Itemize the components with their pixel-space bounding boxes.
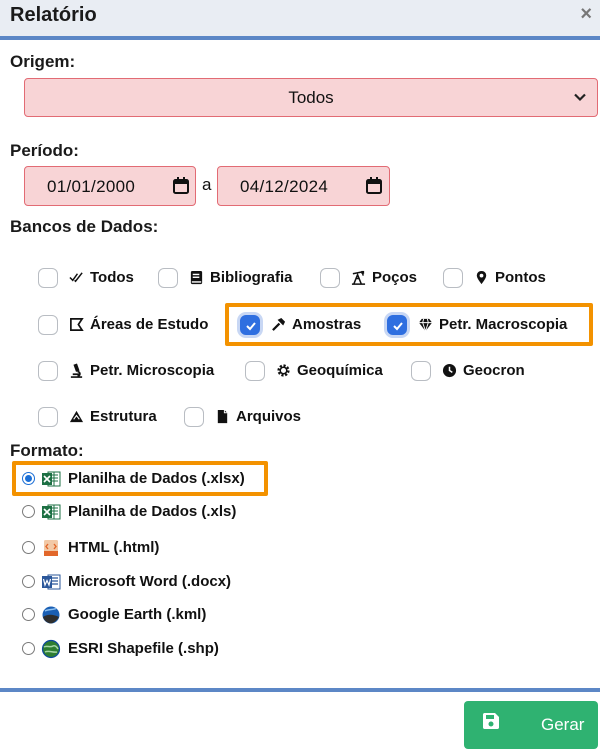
checkbox-box[interactable] [443,268,463,288]
microscope-icon [70,363,83,378]
html-file-icon [44,540,58,556]
checkbox-label: Pontos [495,269,546,286]
calendar-icon[interactable] [173,177,189,194]
checkbox-label: Petr. Microscopia [90,362,215,379]
checkbox-box[interactable] [158,268,178,288]
radio-button[interactable] [22,505,35,518]
calendar-icon[interactable] [366,177,382,194]
google-earth-icon [42,606,60,624]
radio-label: Planilha de Dados (.xls) [68,503,237,520]
checkbox-label: Todos [90,269,134,286]
checkbox-label: Arquivos [236,408,302,425]
checkbox-box[interactable] [38,407,58,427]
dialog-header: Relatório × [0,0,600,36]
period-separator: a [202,175,212,194]
checkbox-box[interactable] [38,268,58,288]
check-double-icon [69,272,83,283]
highlight-box [12,461,268,496]
save-icon [483,713,499,729]
radio-button[interactable] [22,642,35,655]
checkbox-box[interactable] [38,315,58,335]
checkbox-box[interactable] [38,361,58,381]
radio-button[interactable] [22,608,35,621]
checkbox-label: Bibliografia [210,269,293,286]
area-icon [70,318,84,331]
header-divider [0,36,600,40]
origem-label: Origem: [10,52,76,71]
dialog-title: Relatório [10,4,97,26]
start-date-value: 01/01/2000 [47,177,136,196]
clock-icon [442,363,457,378]
checkbox-box[interactable] [320,268,340,288]
origem-selected-value: Todos [288,88,334,107]
highlight-box [225,303,593,346]
file-icon [217,409,228,424]
footer-divider [0,688,600,692]
origem-select[interactable]: Todos [24,78,598,117]
end-date-value: 04/12/2024 [240,177,329,196]
checkbox-label: Áreas de Estudo [90,316,209,333]
start-date-input[interactable]: 01/01/2000 [24,166,196,206]
checkbox-label: Poços [372,269,418,286]
cog-icon [277,364,290,377]
gerar-button[interactable]: Gerar [464,701,598,749]
bancos-label: Bancos de Dados: [10,217,159,236]
radio-button[interactable] [22,575,35,588]
map-marker-icon [476,270,487,285]
radio-button[interactable] [22,541,35,554]
word-icon [42,574,61,590]
gerar-label: Gerar [541,715,585,734]
checkbox-label: Geoquímica [297,362,383,379]
book-icon [190,270,203,285]
checkbox-box[interactable] [411,361,431,381]
periodo-label: Período: [10,141,79,160]
end-date-input[interactable]: 04/12/2024 [217,166,390,206]
checkbox-label: Geocron [463,362,525,379]
radio-label: Microsoft Word (.docx) [68,573,232,590]
chevron-down-icon [574,93,586,102]
triangle-icon [69,410,84,423]
checkbox-label: Estrutura [90,408,157,425]
radio-label: Google Earth (.kml) [68,606,207,623]
oil-well-icon [351,270,366,285]
checkbox-box[interactable] [245,361,265,381]
close-icon[interactable]: × [580,3,592,26]
esri-globe-icon [41,639,61,659]
radio-label: HTML (.html) [68,539,160,556]
excel-icon [42,504,61,520]
radio-label: ESRI Shapefile (.shp) [68,640,219,657]
formato-label: Formato: [10,441,84,460]
checkbox-box[interactable] [184,407,204,427]
